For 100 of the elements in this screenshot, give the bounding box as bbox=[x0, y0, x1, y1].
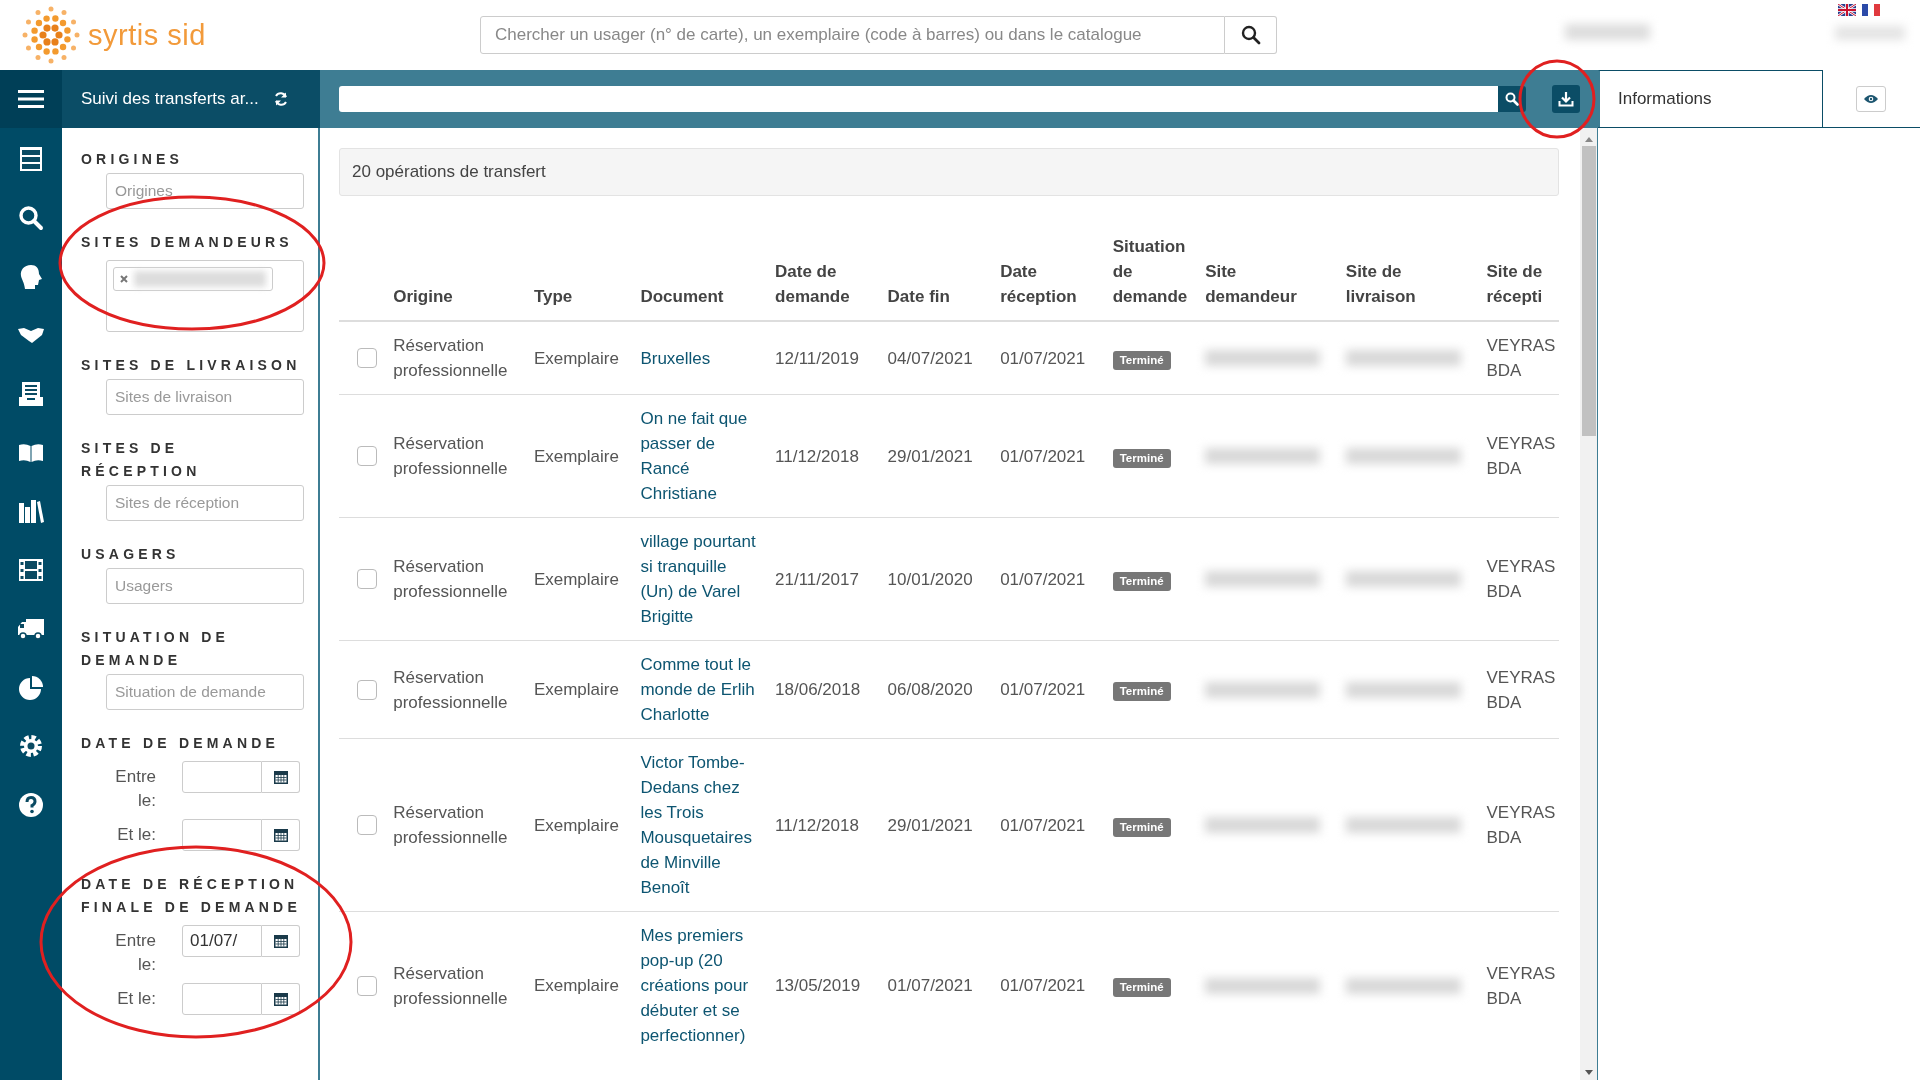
filter-field[interactable] bbox=[106, 260, 304, 332]
column-header[interactable]: Situation de demande bbox=[1112, 234, 1192, 309]
document-link[interactable]: village pourtant si tranquille (Un) de Varel Brigitte bbox=[640, 529, 762, 629]
scrollbar-thumb[interactable] bbox=[1582, 146, 1596, 436]
column-header[interactable]: Document bbox=[640, 284, 762, 309]
row-checkbox[interactable] bbox=[357, 815, 377, 835]
table-cell-text: Exemplaire bbox=[533, 679, 620, 701]
table-cell-text: 11/12/2018 bbox=[775, 445, 860, 468]
row-checkbox[interactable] bbox=[357, 975, 377, 996]
date-label: Et le: bbox=[116, 988, 156, 1010]
settings-icon[interactable] bbox=[18, 733, 44, 760]
film-icon[interactable] bbox=[18, 558, 44, 583]
table-cell-text: 11/12/2018 bbox=[775, 814, 860, 837]
column-header[interactable]: Site de livraison bbox=[1345, 259, 1473, 309]
row-checkbox[interactable] bbox=[357, 446, 377, 466]
informations-tab[interactable]: Informations bbox=[1598, 70, 1823, 127]
table-cell-text: 01/07/2021 bbox=[1000, 568, 1087, 591]
date-field[interactable] bbox=[182, 983, 262, 1015]
document-link[interactable]: Comme tout le monde de Erlih Charlotte bbox=[640, 652, 762, 727]
global-search-field[interactable]: Chercher un usager (n° de carte), un exemplaire (code à barres) ou dans le catalogue bbox=[480, 16, 1225, 54]
date-label: Entre le: bbox=[114, 766, 156, 812]
column-header[interactable]: Date fin bbox=[887, 284, 987, 309]
status-badge: Terminé bbox=[1112, 350, 1171, 370]
french-flag-icon[interactable] bbox=[1862, 4, 1880, 16]
row-checkbox[interactable] bbox=[357, 679, 377, 700]
table-cell-text: Réservation professionnelle bbox=[393, 556, 509, 603]
open-book-icon[interactable] bbox=[18, 442, 44, 463]
download-button[interactable] bbox=[1552, 85, 1580, 113]
table-cell-text: Réservation professionnelle bbox=[393, 433, 509, 480]
uk-flag-icon[interactable] bbox=[1838, 4, 1856, 16]
calendar-icon bbox=[272, 991, 289, 1007]
table-cell-text: 01/07/2021 bbox=[1000, 814, 1087, 837]
table-cell-text: VEYRAS BDA bbox=[1486, 556, 1557, 603]
row-checkbox[interactable] bbox=[357, 569, 377, 589]
calendar-button[interactable] bbox=[262, 761, 300, 793]
column-header[interactable]: Site demandeur bbox=[1205, 259, 1332, 309]
table-cell-text: 13/05/2019 bbox=[775, 975, 862, 997]
row-checkbox[interactable] bbox=[357, 348, 377, 368]
logo-icon bbox=[20, 4, 82, 66]
menu-icon bbox=[18, 89, 44, 109]
books-icon[interactable] bbox=[18, 499, 44, 524]
date-field[interactable]: 01/07/ bbox=[182, 925, 262, 957]
table-cell-text: 18/06/2018 bbox=[775, 679, 862, 701]
page-title: Suivi des transferts ar... bbox=[81, 89, 259, 109]
calendar-icon bbox=[272, 933, 289, 949]
help-icon[interactable] bbox=[18, 791, 44, 818]
table-cell-text: 01/07/2021 bbox=[1000, 347, 1087, 370]
calendar-icon bbox=[272, 827, 289, 843]
document-link[interactable]: Bruxelles bbox=[640, 345, 762, 371]
calendar-button[interactable] bbox=[262, 983, 300, 1015]
search-button[interactable] bbox=[1498, 86, 1526, 112]
filter-label: SITUATION DE DEMANDE bbox=[81, 628, 231, 670]
calendar-button[interactable] bbox=[262, 819, 300, 851]
table-cell-text: Réservation professionnelle bbox=[393, 335, 509, 382]
table-cell-text: 29/01/2021 bbox=[887, 445, 974, 468]
scroll-up-icon[interactable] bbox=[1584, 136, 1593, 142]
table-cell-text: Réservation professionnelle bbox=[393, 802, 509, 849]
table-cell-text: VEYRAS BDA bbox=[1486, 335, 1557, 382]
table-cell-text: VEYRAS BDA bbox=[1486, 433, 1557, 480]
status-badge: Terminé bbox=[1112, 817, 1171, 837]
remove-icon[interactable] bbox=[120, 275, 128, 283]
menu-button[interactable] bbox=[0, 70, 62, 128]
calendar-icon bbox=[272, 769, 289, 785]
table-cell-text: 01/07/2021 bbox=[1000, 445, 1087, 468]
document-link[interactable]: Victor Tombe-Dedans chez les Trois Mousquetaires de Minville Benoît bbox=[640, 750, 762, 900]
shelf-icon[interactable] bbox=[19, 146, 43, 173]
table-cell-text: 01/07/2021 bbox=[887, 975, 974, 997]
filter-label: USAGERS bbox=[81, 545, 181, 564]
filter-label: SITES DE LIVRAISON bbox=[81, 356, 302, 375]
table-cell-text: 21/11/2017 bbox=[775, 568, 860, 591]
refresh-icon bbox=[272, 91, 289, 107]
table-cell-text: 12/11/2019 bbox=[775, 347, 860, 370]
filter-label: SITES DE RÉCEPTION bbox=[81, 439, 202, 481]
table-cell-text: VEYRAS BDA bbox=[1486, 666, 1557, 714]
inbox-tray-icon[interactable] bbox=[18, 381, 44, 408]
date-label: Entre le: bbox=[114, 930, 156, 976]
table-cell-text: 06/08/2020 bbox=[887, 679, 974, 701]
table-cell-text: 01/07/2021 bbox=[1000, 975, 1087, 997]
view-button[interactable] bbox=[1856, 85, 1886, 112]
document-link[interactable]: On ne fait que passer de Rancé Christiane bbox=[640, 406, 762, 506]
logo-text: syrtis sid bbox=[88, 18, 206, 52]
table-cell-text: Réservation professionnelle bbox=[393, 962, 509, 1010]
filter-search-field[interactable] bbox=[339, 86, 1498, 112]
date-field[interactable] bbox=[182, 761, 262, 793]
table-cell-text: 01/07/2021 bbox=[1000, 679, 1087, 701]
table-cell-text: 04/07/2021 bbox=[887, 347, 974, 370]
truck-icon[interactable] bbox=[17, 617, 45, 640]
column-header[interactable]: Site de récepti bbox=[1486, 259, 1559, 309]
column-header[interactable]: Origine bbox=[393, 284, 520, 309]
table-cell-text: Exemplaire bbox=[533, 814, 620, 837]
pie-chart-icon[interactable] bbox=[18, 674, 44, 701]
column-header[interactable]: Type bbox=[533, 284, 627, 309]
document-link[interactable]: Mes premiers pop-up (20 créations pour débuter et se perfectionner) bbox=[640, 923, 762, 1048]
column-header[interactable]: Date réception bbox=[1000, 259, 1099, 309]
search-icon[interactable] bbox=[18, 205, 44, 232]
scroll-down-icon[interactable] bbox=[1584, 1070, 1593, 1076]
calendar-button[interactable] bbox=[262, 925, 300, 957]
search-button[interactable] bbox=[1225, 16, 1277, 54]
head-icon[interactable] bbox=[19, 263, 43, 290]
column-header[interactable]: Date de demande bbox=[775, 259, 874, 309]
